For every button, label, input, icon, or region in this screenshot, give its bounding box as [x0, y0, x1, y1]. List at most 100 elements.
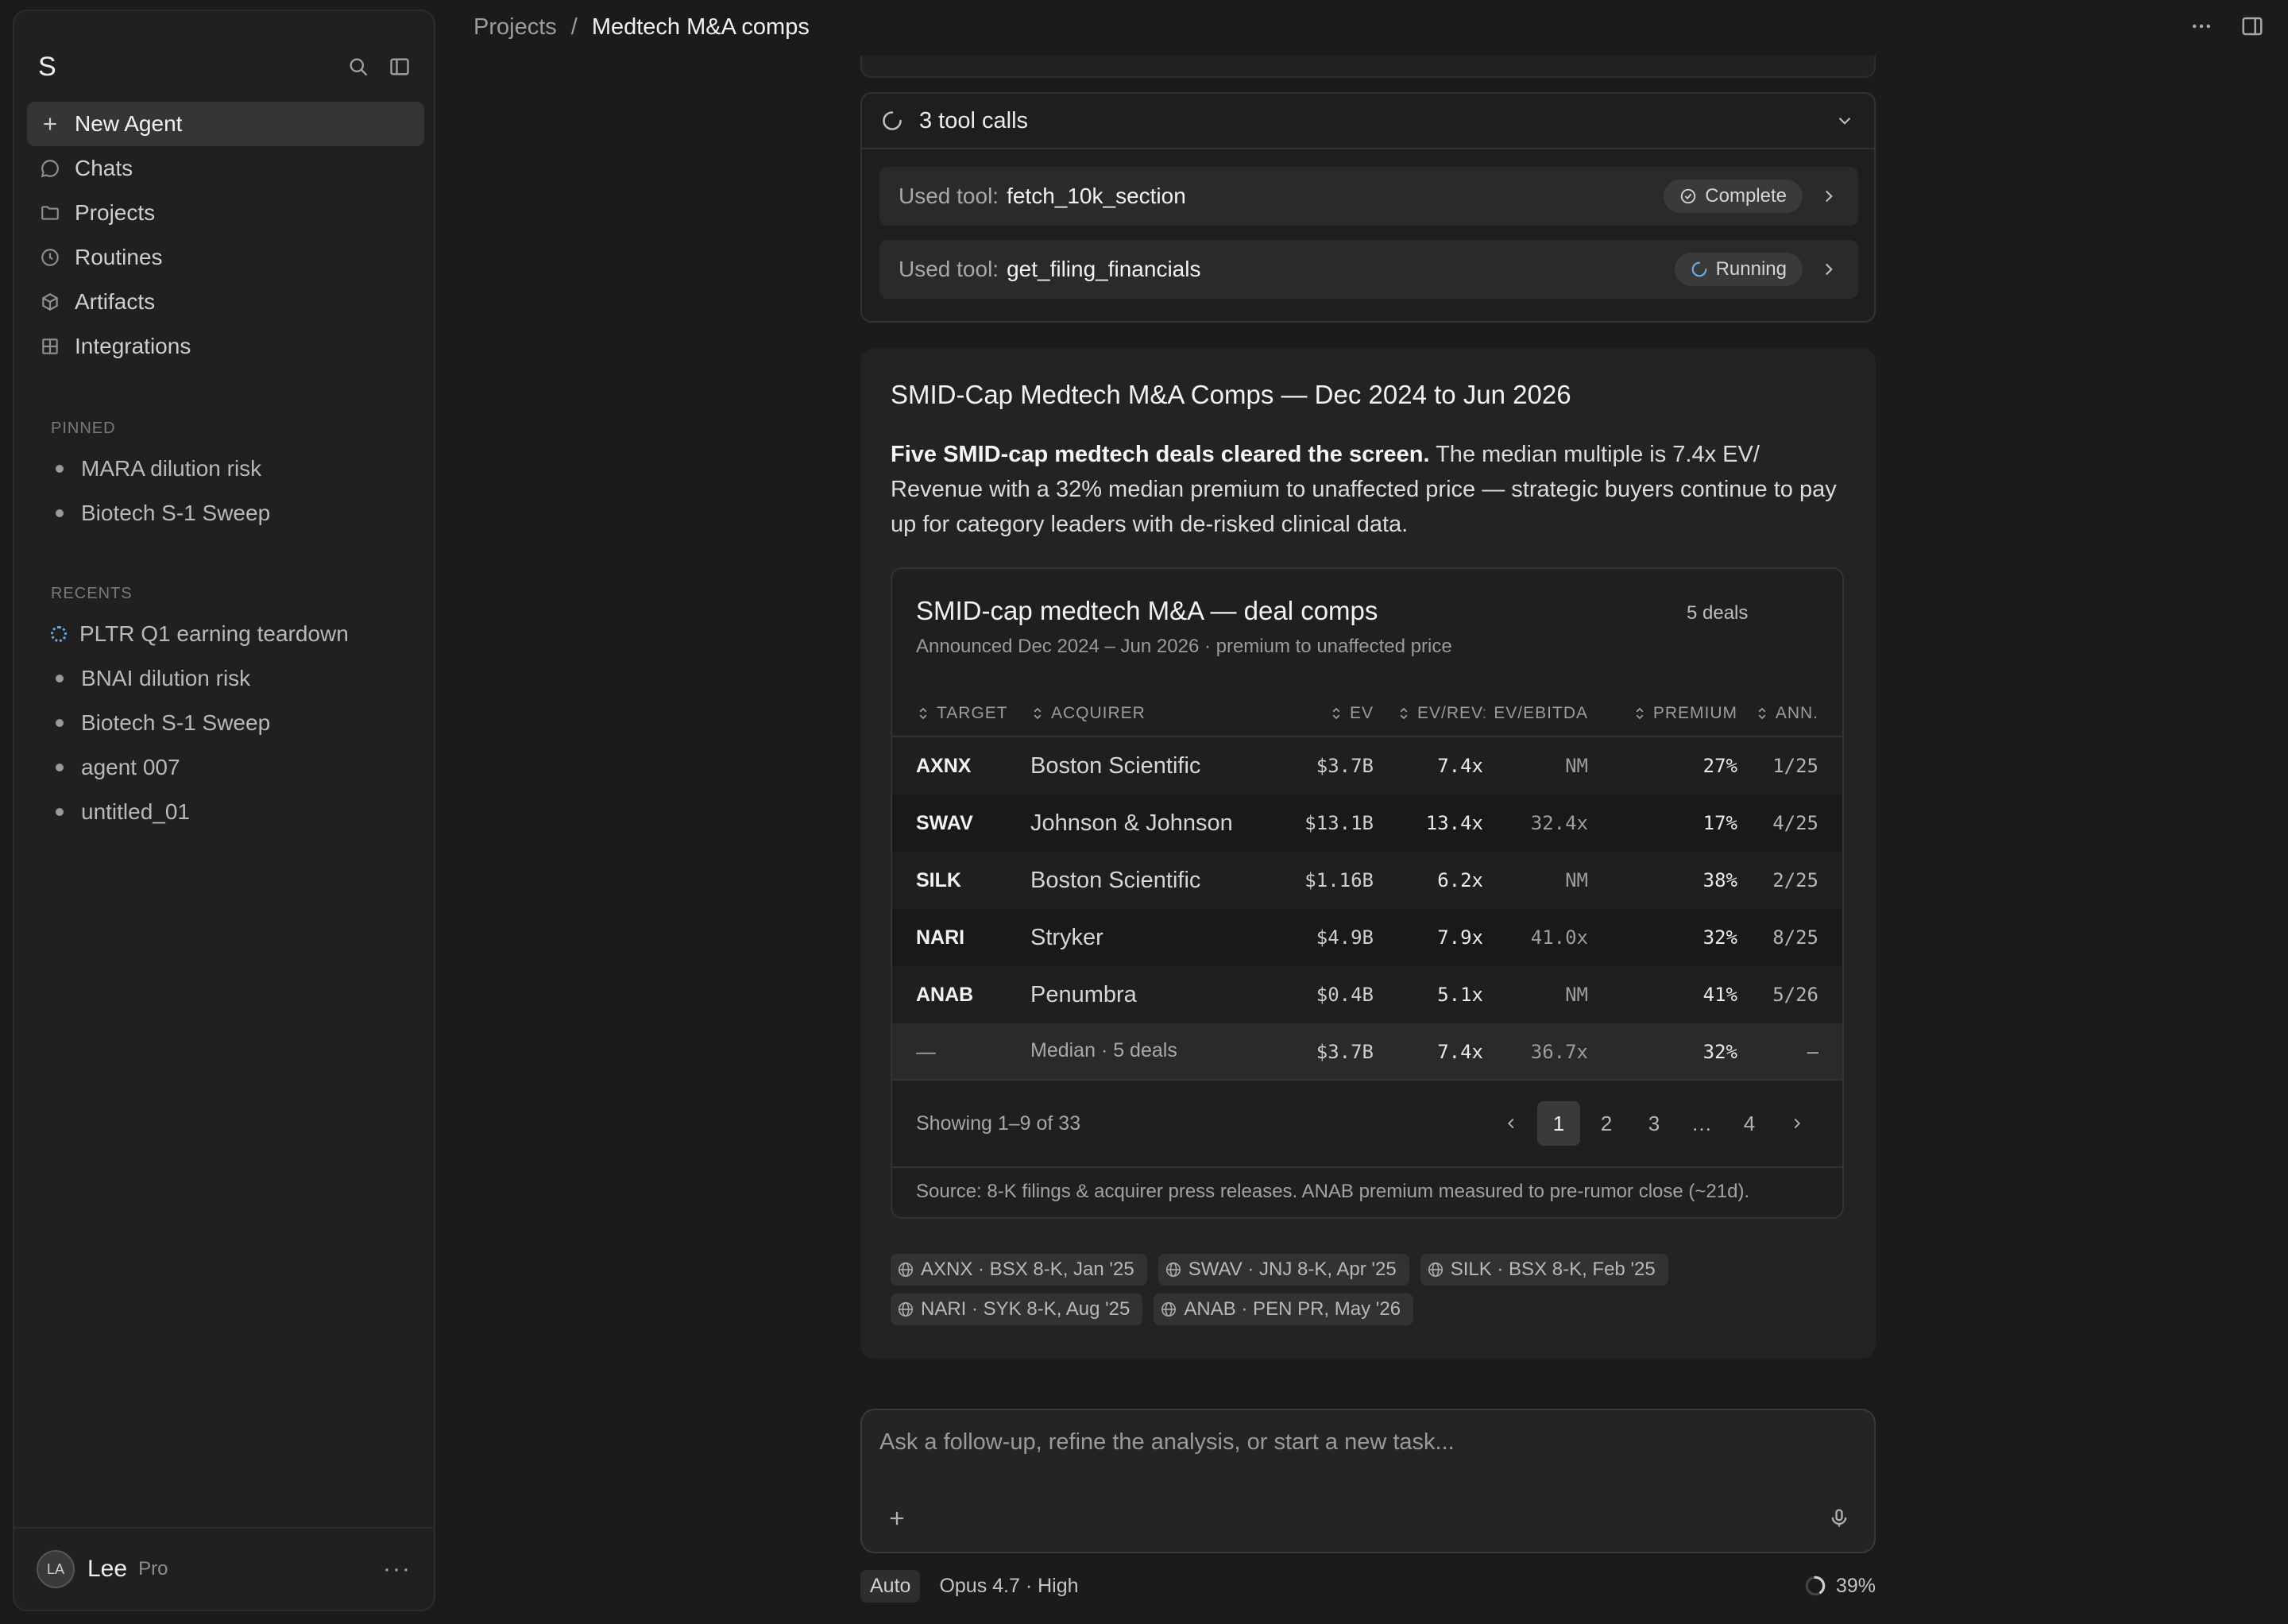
sidebar-item-routines[interactable]: Routines — [27, 235, 424, 280]
context-usage[interactable]: 39% — [1803, 1573, 1876, 1599]
table-row[interactable]: NARI Stryker $4.9B 7.9x 41.0x 32% 8/25 — [892, 909, 1842, 966]
search-icon[interactable] — [346, 55, 370, 79]
user-footer: LA Lee Pro ··· — [14, 1527, 434, 1610]
globe-icon — [1428, 1262, 1443, 1278]
loading-spinner-icon — [51, 626, 67, 642]
next-page-button[interactable] — [1776, 1101, 1818, 1146]
page-button[interactable]: 1 — [1537, 1101, 1580, 1146]
pagination-nav: 1 2 3 … 4 — [1490, 1101, 1818, 1146]
status-badge: Running — [1674, 253, 1803, 286]
more-icon[interactable]: ··· — [383, 1556, 412, 1583]
citation-chip[interactable]: AXNX · BSX 8-K, Jan '25 — [891, 1254, 1147, 1286]
page-button[interactable]: 4 — [1728, 1101, 1771, 1146]
column-header-target[interactable]: TARGET — [916, 704, 1008, 723]
recent-item[interactable]: BNAI dilution risk — [27, 656, 424, 701]
pagination-summary: Showing 1–9 of 33 — [916, 1112, 1081, 1135]
answer-summary: Five SMID-cap medtech deals cleared the … — [891, 442, 1837, 537]
breadcrumb-parent[interactable]: Projects — [473, 14, 557, 41]
panel-toggle-icon[interactable] — [2240, 14, 2264, 44]
loading-spinner-icon — [883, 111, 902, 130]
column-header-premium[interactable]: PREMIUM — [1633, 704, 1737, 723]
sidebar-item-integrations[interactable]: Integrations — [27, 324, 424, 369]
sidebar-item-artifacts[interactable]: Artifacts — [27, 280, 424, 324]
column-header-acquirer[interactable]: ACQUIRER — [1030, 704, 1146, 723]
column-header-ev[interactable]: EV — [1329, 704, 1374, 723]
table-row[interactable]: ANAB Penumbra $0.4B 5.1x NM 41% 5/26 — [892, 966, 1842, 1023]
chevron-down-icon[interactable] — [1834, 110, 1855, 131]
sidebar-item-projects[interactable]: Projects — [27, 191, 424, 235]
sidebar-item-new-agent[interactable]: New Agent — [27, 102, 424, 146]
avatar[interactable]: LA — [37, 1550, 75, 1588]
column-header-ev-rev[interactable]: EV/REV — [1397, 704, 1483, 723]
bullet-dot — [56, 719, 64, 727]
model-selector[interactable]: Opus 4.7 · High — [939, 1575, 1078, 1598]
chat-icon — [41, 160, 59, 178]
plus-icon[interactable] — [886, 1507, 908, 1529]
tool-calls-header[interactable]: 3 tool calls — [862, 94, 1874, 149]
sidebar-item-label: Artifacts — [75, 289, 156, 314]
sidebar-item-label: Integrations — [75, 334, 191, 358]
recents-list: PLTR Q1 earning teardown BNAI dilution r… — [27, 612, 424, 834]
page-ellipsis: … — [1691, 1111, 1712, 1135]
recent-item[interactable]: Biotech S-1 Sweep — [27, 701, 424, 745]
cube-icon — [42, 293, 58, 311]
column-divider: : — [1482, 704, 1488, 722]
page-button[interactable]: 3 — [1633, 1101, 1675, 1146]
globe-icon — [898, 1262, 914, 1278]
folder-icon — [41, 206, 59, 220]
sidebar-item-label: New Agent — [75, 111, 183, 136]
sidebar-item-chats[interactable]: Chats — [27, 146, 424, 191]
citation-chip[interactable]: ANAB · PEN PR, May '26 — [1154, 1293, 1414, 1325]
app-logo[interactable]: S — [38, 52, 56, 83]
bullet-dot — [56, 465, 64, 473]
pinned-section-label: PINNED — [51, 420, 116, 437]
assistant-answer: SMID-Cap Medtech M&A Comps — Dec 2024 to… — [860, 348, 1876, 1359]
pinned-item[interactable]: Biotech S-1 Sweep — [27, 491, 424, 536]
sort-icon — [919, 707, 927, 720]
column-header-ev-ebitda[interactable]: : EV/EBITDA — [1482, 704, 1588, 723]
sidebar-toggle-icon[interactable] — [388, 55, 412, 79]
recent-item[interactable]: agent 007 — [27, 745, 424, 790]
recent-item[interactable]: untitled_01 — [27, 790, 424, 834]
tool-calls-card: 3 tool calls Used tool: fetch_10k_sectio… — [860, 92, 1876, 323]
sort-icon — [1034, 707, 1042, 720]
breadcrumb-current: Medtech M&A comps — [591, 14, 810, 40]
pinned-item[interactable]: MARA dilution risk — [27, 447, 424, 491]
tool-name: fetch_10k_section — [1007, 184, 1186, 208]
status-badge: Complete — [1664, 180, 1803, 213]
prev-page-button[interactable] — [1490, 1101, 1532, 1146]
sidebar: S New Agent Chats Projects Routines Arti… — [13, 10, 435, 1611]
sidebar-item-label: Routines — [75, 245, 163, 269]
table-row[interactable]: AXNX Boston Scientific $3.7B 7.4x NM 27%… — [892, 737, 1842, 795]
table-row[interactable]: SILK Boston Scientific $1.16B 6.2x NM 38… — [892, 852, 1842, 909]
sort-icon — [1758, 707, 1766, 720]
mode-selector[interactable]: Auto — [860, 1569, 921, 1603]
citation-chip[interactable]: NARI · SYK 8-K, Aug '25 — [891, 1293, 1143, 1325]
composer — [860, 1409, 1876, 1553]
chevron-right-icon[interactable] — [1818, 259, 1839, 280]
sort-icon — [1400, 707, 1408, 720]
page-button[interactable]: 2 — [1585, 1101, 1628, 1146]
more-options-icon[interactable] — [2189, 14, 2213, 44]
sidebar-item-label: Chats — [75, 156, 133, 180]
column-header-announced[interactable]: ANN. — [1755, 704, 1818, 723]
table-title: SMID-cap medtech M&A — deal comps — [916, 596, 1378, 625]
clock-icon — [41, 249, 59, 266]
breadcrumb: Projects / Medtech M&A comps — [473, 14, 810, 41]
user-name[interactable]: Lee — [87, 1556, 127, 1583]
loading-spinner-icon — [1691, 261, 1706, 277]
recent-item[interactable]: PLTR Q1 earning teardown — [27, 612, 424, 656]
sidebar-item-label: Projects — [75, 200, 156, 225]
table-row[interactable]: SWAV Johnson & Johnson $13.1B 13.4x 32.4… — [892, 795, 1842, 852]
tool-call-row[interactable]: Used tool: fetch_10k_section Complete — [879, 167, 1858, 226]
median-row: — Median · 5 deals $3.7B 7.4x 36.7x 32% … — [892, 1023, 1842, 1081]
prompt-input[interactable] — [879, 1429, 1849, 1456]
microphone-icon[interactable] — [1828, 1507, 1850, 1529]
citation-chip[interactable]: SILK · BSX 8-K, Feb '25 — [1420, 1254, 1668, 1286]
sort-icon — [1332, 707, 1340, 720]
citation-chips: AXNX · BSX 8-K, Jan '25 SWAV · JNJ 8-K, … — [891, 1254, 1844, 1333]
chevron-right-icon[interactable] — [1818, 186, 1839, 207]
citation-chip[interactable]: SWAV · JNJ 8-K, Apr '25 — [1158, 1254, 1409, 1286]
previous-message-edge — [860, 56, 1876, 78]
tool-call-row[interactable]: Used tool: get_filing_financials Running — [879, 240, 1858, 299]
